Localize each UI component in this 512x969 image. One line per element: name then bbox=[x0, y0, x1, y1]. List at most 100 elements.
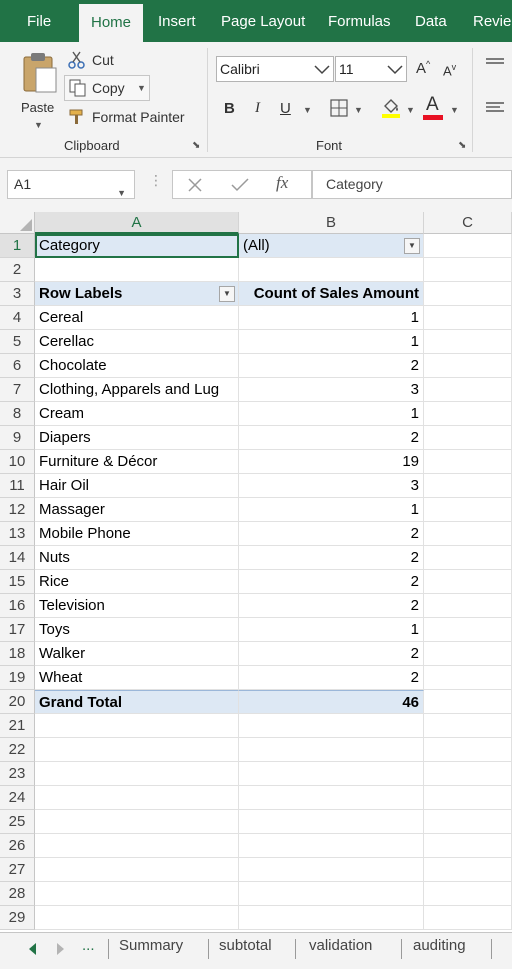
grand-total-value[interactable]: 46 bbox=[239, 690, 424, 714]
pivot-value-header[interactable]: Count of Sales Amount bbox=[239, 282, 424, 306]
row-header[interactable]: 18 bbox=[0, 642, 35, 666]
cell[interactable] bbox=[35, 858, 239, 882]
pivot-row-label[interactable]: Diapers bbox=[35, 426, 239, 450]
align-left-icon[interactable] bbox=[486, 102, 504, 114]
cell[interactable] bbox=[424, 762, 512, 786]
row-header[interactable]: 20 bbox=[0, 690, 35, 714]
pivot-row-value[interactable]: 2 bbox=[239, 642, 424, 666]
pivot-row-value[interactable]: 2 bbox=[239, 354, 424, 378]
cell[interactable] bbox=[424, 546, 512, 570]
cell[interactable] bbox=[424, 810, 512, 834]
cell[interactable] bbox=[424, 594, 512, 618]
cell[interactable] bbox=[424, 450, 512, 474]
pivot-row-value[interactable]: 2 bbox=[239, 522, 424, 546]
cell[interactable] bbox=[424, 402, 512, 426]
cell[interactable] bbox=[424, 642, 512, 666]
cell[interactable] bbox=[239, 258, 424, 282]
cell[interactable] bbox=[239, 858, 424, 882]
row-header[interactable]: 26 bbox=[0, 834, 35, 858]
select-all-button[interactable] bbox=[0, 212, 35, 234]
bold-button[interactable]: B bbox=[224, 100, 235, 117]
format-painter-button[interactable]: Format Painter bbox=[68, 106, 194, 128]
borders-dropdown-icon[interactable]: ▼ bbox=[354, 105, 363, 115]
shrink-font-button[interactable]: Av bbox=[443, 62, 456, 78]
pivot-row-value[interactable]: 1 bbox=[239, 498, 424, 522]
row-header[interactable]: 9 bbox=[0, 426, 35, 450]
cell[interactable] bbox=[424, 570, 512, 594]
name-box-dropdown-icon[interactable]: ▼ bbox=[117, 180, 126, 207]
clipboard-launcher-icon[interactable]: ⬊ bbox=[192, 140, 200, 151]
pivot-row-value[interactable]: 2 bbox=[239, 594, 424, 618]
align-top-icon[interactable] bbox=[486, 58, 504, 70]
cell[interactable] bbox=[239, 762, 424, 786]
formula-input[interactable]: Category bbox=[312, 170, 512, 199]
font-launcher-icon[interactable]: ⬊ bbox=[458, 140, 466, 151]
pivot-row-label[interactable]: Massager bbox=[35, 498, 239, 522]
pivot-row-label[interactable]: Toys bbox=[35, 618, 239, 642]
sheet-tab-validation[interactable]: validation bbox=[309, 937, 372, 954]
copy-button[interactable]: Copy ▼ bbox=[64, 75, 150, 101]
sheet-tab-summary[interactable]: Summary bbox=[119, 937, 183, 954]
row-header[interactable]: 6 bbox=[0, 354, 35, 378]
borders-icon[interactable] bbox=[330, 99, 348, 117]
pivot-row-value[interactable]: 2 bbox=[239, 570, 424, 594]
cell[interactable] bbox=[35, 762, 239, 786]
row-header[interactable]: 14 bbox=[0, 546, 35, 570]
pivot-row-label[interactable]: Chocolate bbox=[35, 354, 239, 378]
italic-button[interactable]: I bbox=[255, 100, 260, 117]
cut-button[interactable]: Cut bbox=[68, 50, 128, 72]
row-header[interactable]: 29 bbox=[0, 906, 35, 930]
cell[interactable] bbox=[35, 882, 239, 906]
row-header[interactable]: 17 bbox=[0, 618, 35, 642]
chevron-down-icon[interactable] bbox=[314, 65, 330, 75]
underline-button[interactable]: U bbox=[280, 100, 291, 117]
font-color-button[interactable]: A bbox=[422, 94, 444, 120]
row-header[interactable]: 16 bbox=[0, 594, 35, 618]
row-header[interactable]: 3 bbox=[0, 282, 35, 306]
cell[interactable] bbox=[424, 330, 512, 354]
more-sheets-button[interactable]: ... bbox=[82, 937, 95, 954]
scroll-left-icon[interactable] bbox=[28, 943, 38, 955]
cell[interactable] bbox=[424, 858, 512, 882]
pivot-row-label[interactable]: Cerellac bbox=[35, 330, 239, 354]
cell[interactable] bbox=[424, 738, 512, 762]
row-header[interactable]: 28 bbox=[0, 882, 35, 906]
cell[interactable] bbox=[35, 810, 239, 834]
row-header[interactable]: 13 bbox=[0, 522, 35, 546]
cell[interactable] bbox=[239, 834, 424, 858]
cell[interactable] bbox=[424, 354, 512, 378]
row-header[interactable]: 19 bbox=[0, 666, 35, 690]
cell[interactable] bbox=[239, 810, 424, 834]
cancel-icon[interactable] bbox=[187, 177, 203, 193]
cell[interactable] bbox=[424, 426, 512, 450]
cell[interactable] bbox=[35, 714, 239, 738]
pivot-row-value[interactable]: 3 bbox=[239, 378, 424, 402]
row-header[interactable]: 15 bbox=[0, 570, 35, 594]
pivot-row-label[interactable]: Furniture & Décor bbox=[35, 450, 239, 474]
cell[interactable] bbox=[239, 786, 424, 810]
row-header[interactable]: 10 bbox=[0, 450, 35, 474]
cell[interactable] bbox=[35, 834, 239, 858]
grand-total-label[interactable]: Grand Total bbox=[35, 690, 239, 714]
row-header[interactable]: 25 bbox=[0, 810, 35, 834]
insert-function-icon[interactable]: fx bbox=[276, 173, 288, 193]
tab-page-layout[interactable]: Page Layout bbox=[221, 0, 305, 42]
row-header[interactable]: 1 bbox=[0, 234, 35, 258]
cell[interactable] bbox=[239, 882, 424, 906]
cell[interactable] bbox=[35, 738, 239, 762]
cell[interactable] bbox=[424, 714, 512, 738]
row-header[interactable]: 7 bbox=[0, 378, 35, 402]
cell[interactable] bbox=[239, 714, 424, 738]
pivot-row-value[interactable]: 1 bbox=[239, 618, 424, 642]
tab-home[interactable]: Home bbox=[79, 4, 143, 42]
cell[interactable] bbox=[424, 690, 512, 714]
column-header-a[interactable]: A bbox=[35, 212, 239, 234]
underline-dropdown-icon[interactable]: ▼ bbox=[303, 105, 312, 115]
row-header[interactable]: 12 bbox=[0, 498, 35, 522]
pivot-filter-label[interactable]: Category bbox=[35, 234, 239, 258]
tab-insert[interactable]: Insert bbox=[158, 0, 196, 42]
pivot-row-value[interactable]: 1 bbox=[239, 306, 424, 330]
cell[interactable] bbox=[424, 882, 512, 906]
fill-color-dropdown-icon[interactable]: ▼ bbox=[406, 105, 415, 115]
pivot-row-label[interactable]: Wheat bbox=[35, 666, 239, 690]
